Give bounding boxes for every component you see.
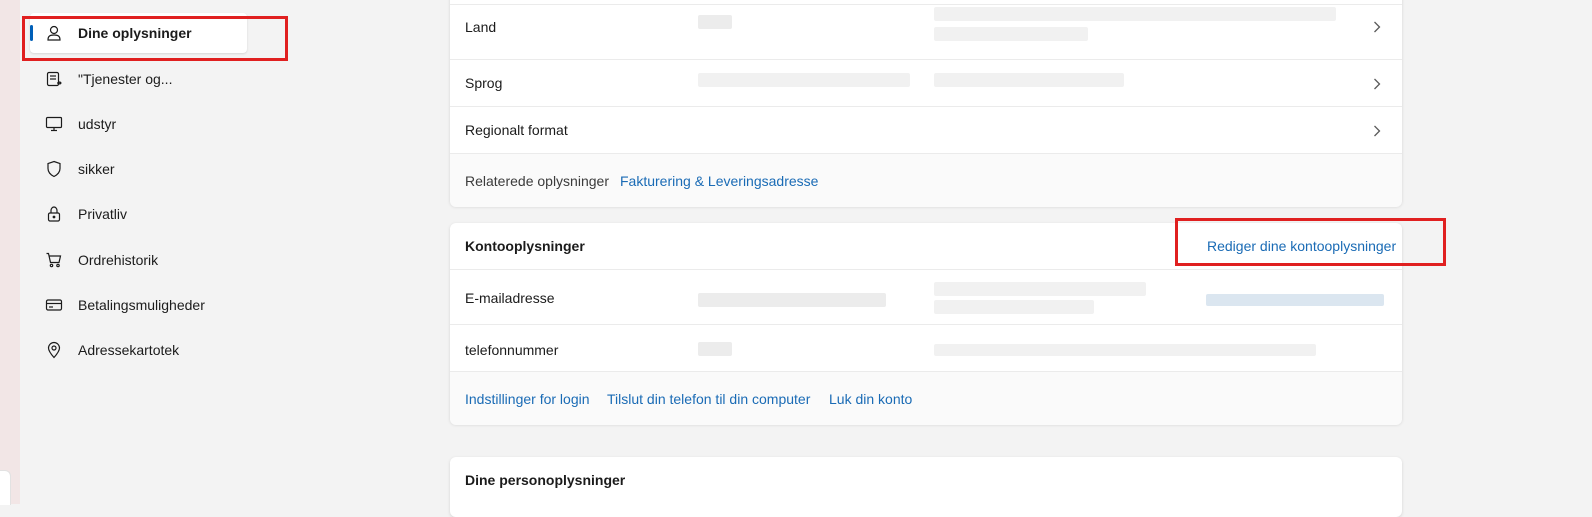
sidebar-item-address-book[interactable]: Adressekartotek [30, 330, 247, 370]
row-regional-format[interactable]: Regionalt format [450, 106, 1402, 153]
chevron-right-icon [1370, 124, 1384, 138]
sidebar-item-label: udstyr [78, 116, 117, 132]
redacted-value [698, 15, 732, 29]
sidebar-item-services[interactable]: "Tjenester og... [30, 59, 247, 99]
related-info-row: Relaterede oplysninger Fakturering & Lev… [450, 153, 1402, 207]
redacted-link[interactable] [1206, 294, 1384, 306]
cart-icon [45, 251, 63, 269]
row-label-phone: telefonnummer [465, 342, 559, 358]
account-info-title: Kontooplysninger [465, 238, 585, 254]
region-settings-card: Land Sprog Regionalt format Relaterede o… [450, 0, 1402, 207]
related-info-label: Relaterede oplysninger [465, 173, 609, 189]
sidebar-item-order-history[interactable]: Ordrehistorik [30, 240, 247, 280]
row-email: E-mailadresse [450, 269, 1402, 324]
lock-icon [45, 205, 63, 223]
sidebar-item-label: Betalingsmuligheder [78, 297, 205, 313]
row-label-language: Sprog [465, 75, 503, 91]
monitor-icon [45, 115, 63, 133]
row-language[interactable]: Sprog [450, 59, 1402, 106]
link-phone-to-pc-link[interactable]: Tilslut din telefon til din computer [607, 391, 810, 407]
redacted-value [934, 27, 1088, 41]
redacted-value [934, 282, 1146, 296]
redacted-value [934, 73, 1124, 87]
sidebar-item-label: sikker [78, 161, 115, 177]
row-label-country: Land [465, 19, 497, 35]
redacted-value [698, 293, 886, 307]
collapsed-panel-tab[interactable] [0, 470, 11, 505]
chevron-right-icon [1370, 20, 1384, 34]
location-pin-icon [45, 341, 63, 359]
sidebar-item-label: Adressekartotek [78, 342, 180, 358]
services-icon [45, 70, 63, 88]
row-label-regional-format: Regionalt format [465, 122, 568, 138]
chevron-right-icon [1370, 77, 1384, 91]
sidebar-item-payment-options[interactable]: Betalingsmuligheder [30, 285, 247, 325]
sidebar-item-label: Ordrehistorik [78, 252, 159, 268]
redacted-value [698, 342, 732, 356]
sign-in-settings-link[interactable]: Indstillinger for login [465, 391, 590, 407]
redacted-value [934, 300, 1094, 314]
redacted-value [934, 7, 1336, 21]
redacted-value [934, 344, 1316, 356]
close-account-link[interactable]: Luk din konto [829, 391, 912, 407]
personal-info-title: Dine personoplysninger [465, 472, 626, 488]
left-edge-strip [0, 0, 20, 505]
account-actions-row: Indstillinger for login Tilslut din tele… [450, 371, 1402, 425]
personal-info-card: Dine personoplysninger [450, 457, 1402, 517]
shield-icon [45, 160, 63, 178]
sidebar-item-privacy[interactable]: Privatliv [30, 194, 247, 234]
sidebar-item-security[interactable]: sikker [30, 149, 247, 189]
sidebar-item-label: Privatliv [78, 206, 128, 222]
sidebar-item-devices[interactable]: udstyr [30, 104, 247, 144]
redacted-value [698, 73, 910, 87]
row-country[interactable]: Land [450, 4, 1402, 49]
highlight-box-your-info [22, 16, 288, 61]
row-phone: telefonnummer [450, 324, 1402, 371]
row-label-email: E-mailadresse [465, 290, 555, 306]
sidebar-item-label: "Tjenester og... [78, 71, 173, 87]
card-icon [45, 296, 63, 314]
billing-shipping-address-link[interactable]: Fakturering & Leveringsadresse [620, 173, 818, 189]
highlight-box-edit-link [1175, 218, 1446, 266]
